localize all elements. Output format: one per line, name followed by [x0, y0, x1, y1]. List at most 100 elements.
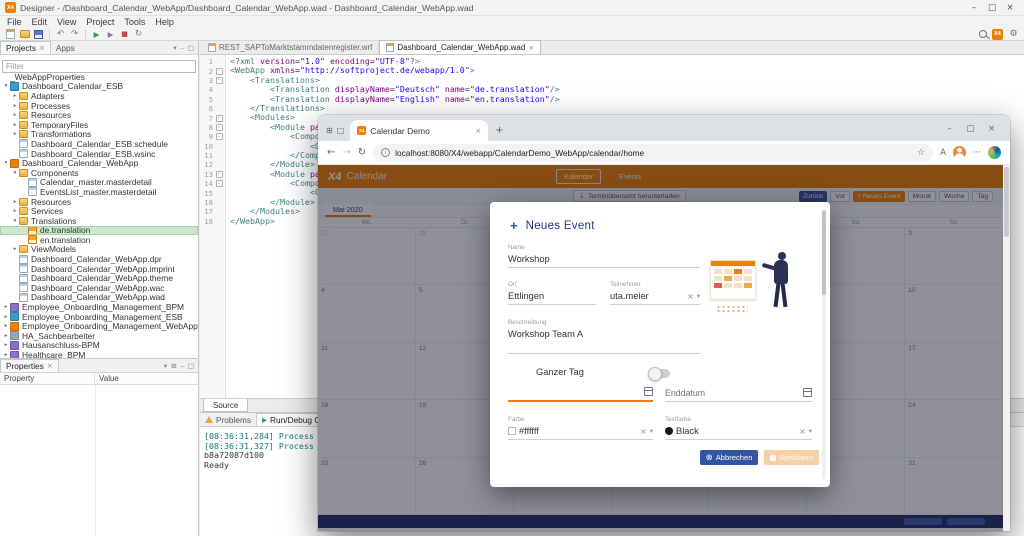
fold-marker-icon[interactable]: -: [216, 68, 223, 75]
refresh-icon[interactable]: ↻: [358, 147, 366, 158]
tree-item-adapters[interactable]: ▸Adapters: [0, 91, 198, 101]
close-icon[interactable]: ×: [39, 44, 45, 52]
tree-item-resources[interactable]: ▸Resources: [0, 197, 198, 207]
start-date-field[interactable]: [508, 380, 653, 402]
tree-item-employee-onboarding-management-bpm[interactable]: ▸Employee_Onboarding_Management_BPM: [0, 302, 198, 312]
page-scrollbar[interactable]: [1003, 165, 1010, 531]
clear-icon[interactable]: ×: [799, 427, 806, 436]
url-text[interactable]: localhost:8080/X4/webapp/CalendarDemo_We…: [395, 148, 912, 158]
sort-icon[interactable]: ▾: [164, 362, 167, 370]
participant-value[interactable]: uta.meier: [610, 291, 684, 301]
tab-source[interactable]: Source: [203, 399, 248, 412]
end-date-field[interactable]: Enddatum: [665, 380, 812, 402]
tree-item-translations[interactable]: ▾Translations: [0, 216, 198, 226]
editor-tab-dashboard-wad[interactable]: Dashboard_Calendar_WebApp.wad ×: [379, 40, 541, 54]
maximize-view-icon[interactable]: □: [188, 362, 194, 370]
property-column-header[interactable]: Property: [0, 373, 95, 384]
tree-item-dashboard-calendar-esb-schedule[interactable]: Dashboard_Calendar_ESB.schedule: [0, 139, 198, 149]
tree-item-hausanschluss-bpm[interactable]: ▸Hausanschluss-BPM: [0, 341, 198, 351]
tree-expand-icon[interactable]: ▸: [2, 352, 10, 358]
tree-expand-icon[interactable]: ▸: [11, 246, 19, 252]
editor-tab-rest-sap[interactable]: REST_SAPToMarktstammdatenregister.wrf: [202, 41, 379, 54]
dropdown-caret-icon[interactable]: ▾: [650, 428, 653, 435]
ide-close-button[interactable]: ×: [1001, 3, 1019, 13]
menu-project[interactable]: Project: [81, 17, 119, 27]
tree-item-employee-onboarding-management-esb[interactable]: ▸Employee_Onboarding_Management_ESB: [0, 312, 198, 322]
tree-expand-icon[interactable]: ▸: [11, 112, 19, 118]
tree-expand-icon[interactable]: ▸: [2, 323, 10, 329]
fold-marker-icon[interactable]: -: [216, 171, 223, 178]
tree-item-dashboard-calendar-webapp-wac[interactable]: Dashboard_Calendar_WebApp.wac: [0, 283, 198, 293]
location-field[interactable]: Ort Ettlingen: [508, 281, 596, 305]
workspaces-icon[interactable]: □: [337, 126, 345, 135]
tree-item-dashboard-calendar-webapp-imprint[interactable]: Dashboard_Calendar_WebApp.imprint: [0, 264, 198, 274]
calendar-icon[interactable]: [644, 387, 653, 396]
tab-problems[interactable]: Problems: [200, 413, 256, 426]
description-value[interactable]: Workshop Team A: [508, 329, 700, 339]
tree-item-dashboard-calendar-webapp[interactable]: ▾Dashboard_Calendar_WebApp: [0, 158, 198, 168]
tree-item-dashboard-calendar-webapp-wad[interactable]: Dashboard_Calendar_WebApp.wad: [0, 293, 198, 303]
stop-icon[interactable]: ■: [119, 29, 130, 40]
debug-icon[interactable]: ▶: [105, 29, 116, 40]
dropdown-caret-icon[interactable]: ▾: [697, 293, 700, 300]
minimize-view-icon[interactable]: –: [181, 362, 184, 370]
tree-item-employee-onboarding-management-webapp[interactable]: ▸Employee_Onboarding_Management_WebApp: [0, 321, 198, 331]
tab-apps[interactable]: Apps: [51, 41, 80, 54]
browser-maximize-button[interactable]: □: [960, 124, 981, 134]
description-field[interactable]: Beschreibung Workshop Team A: [508, 319, 700, 354]
tree-item-components[interactable]: ▾Components: [0, 168, 198, 178]
tree-collapse-icon[interactable]: ▾: [11, 170, 19, 176]
value-column-header[interactable]: Value: [95, 373, 123, 384]
menu-edit[interactable]: Edit: [27, 17, 53, 27]
x4-store-icon[interactable]: X4: [992, 29, 1003, 40]
refresh-icon[interactable]: ↻: [133, 29, 144, 40]
browser-close-button[interactable]: ×: [981, 124, 1002, 134]
participant-field[interactable]: Teilnehmer uta.meier × ▾: [610, 281, 700, 305]
address-bar[interactable]: i localhost:8080/X4/webapp/CalendarDemo_…: [373, 144, 933, 161]
tab-properties[interactable]: Properties ×: [0, 359, 59, 372]
tree-expand-icon[interactable]: ▸: [11, 131, 19, 137]
tree-item-dashboard-calendar-esb[interactable]: ▾Dashboard_Calendar_ESB: [0, 82, 198, 92]
tree-expand-icon[interactable]: ▸: [2, 314, 10, 320]
tree-item-calendar-master-masterdetail[interactable]: Calendar_master.masterdetail: [0, 178, 198, 188]
tree-item-transformations[interactable]: ▸Transformations: [0, 130, 198, 140]
tree-item-dashboard-calendar-webapp-dpr[interactable]: Dashboard_Calendar_WebApp.dpr: [0, 254, 198, 264]
tree-collapse-icon[interactable]: ▾: [2, 160, 10, 166]
tree-expand-icon[interactable]: ▸: [11, 122, 19, 128]
menu-help[interactable]: Help: [150, 17, 179, 27]
save-button[interactable]: Speichern: [764, 450, 819, 465]
menu-view[interactable]: View: [52, 17, 81, 27]
new-file-icon[interactable]: [6, 29, 15, 39]
tab-search-icon[interactable]: ⊞: [326, 126, 333, 135]
fold-marker-icon[interactable]: -: [216, 180, 223, 187]
tree-item-dashboard-calendar-webapp-theme[interactable]: Dashboard_Calendar_WebApp.theme: [0, 273, 198, 283]
tree-expand-icon[interactable]: ▸: [2, 304, 10, 310]
calendar-icon[interactable]: [803, 388, 812, 397]
tree-expand-icon[interactable]: ▸: [2, 333, 10, 339]
browser-minimize-button[interactable]: –: [939, 124, 960, 134]
search-icon[interactable]: [979, 30, 987, 38]
gear-icon[interactable]: ⚙: [1008, 29, 1019, 40]
tree-item-de-translation[interactable]: de.translation: [0, 226, 198, 236]
profile-avatar[interactable]: [953, 146, 966, 159]
tab-projects[interactable]: Projects ×: [0, 41, 51, 54]
back-icon[interactable]: ←: [327, 147, 335, 158]
tree-expand-icon[interactable]: ▸: [11, 208, 19, 214]
tree-item-healthcare-bpm[interactable]: ▸Healthcare_BPM: [0, 350, 198, 358]
favorites-star-icon[interactable]: ☆: [917, 148, 925, 158]
clear-icon[interactable]: ×: [687, 292, 694, 301]
tree-expand-icon[interactable]: ▸: [2, 342, 10, 348]
site-info-icon[interactable]: i: [381, 148, 390, 157]
scrollbar-thumb[interactable]: [822, 210, 826, 295]
name-field[interactable]: Name Workshop: [508, 244, 700, 268]
fold-marker-icon[interactable]: -: [216, 133, 223, 140]
filter-icon[interactable]: ⊞: [171, 362, 176, 370]
location-value[interactable]: Ettlingen: [508, 291, 596, 301]
ide-minimize-button[interactable]: –: [965, 3, 983, 13]
browser-tab-calendar-demo[interactable]: X4 Calendar Demo ×: [350, 120, 488, 141]
fold-marker-icon[interactable]: -: [216, 124, 223, 131]
undo-icon[interactable]: ↶: [55, 29, 66, 40]
menu-tools[interactable]: Tools: [119, 17, 150, 27]
all-day-toggle[interactable]: [650, 369, 670, 378]
name-value[interactable]: Workshop: [508, 254, 700, 264]
